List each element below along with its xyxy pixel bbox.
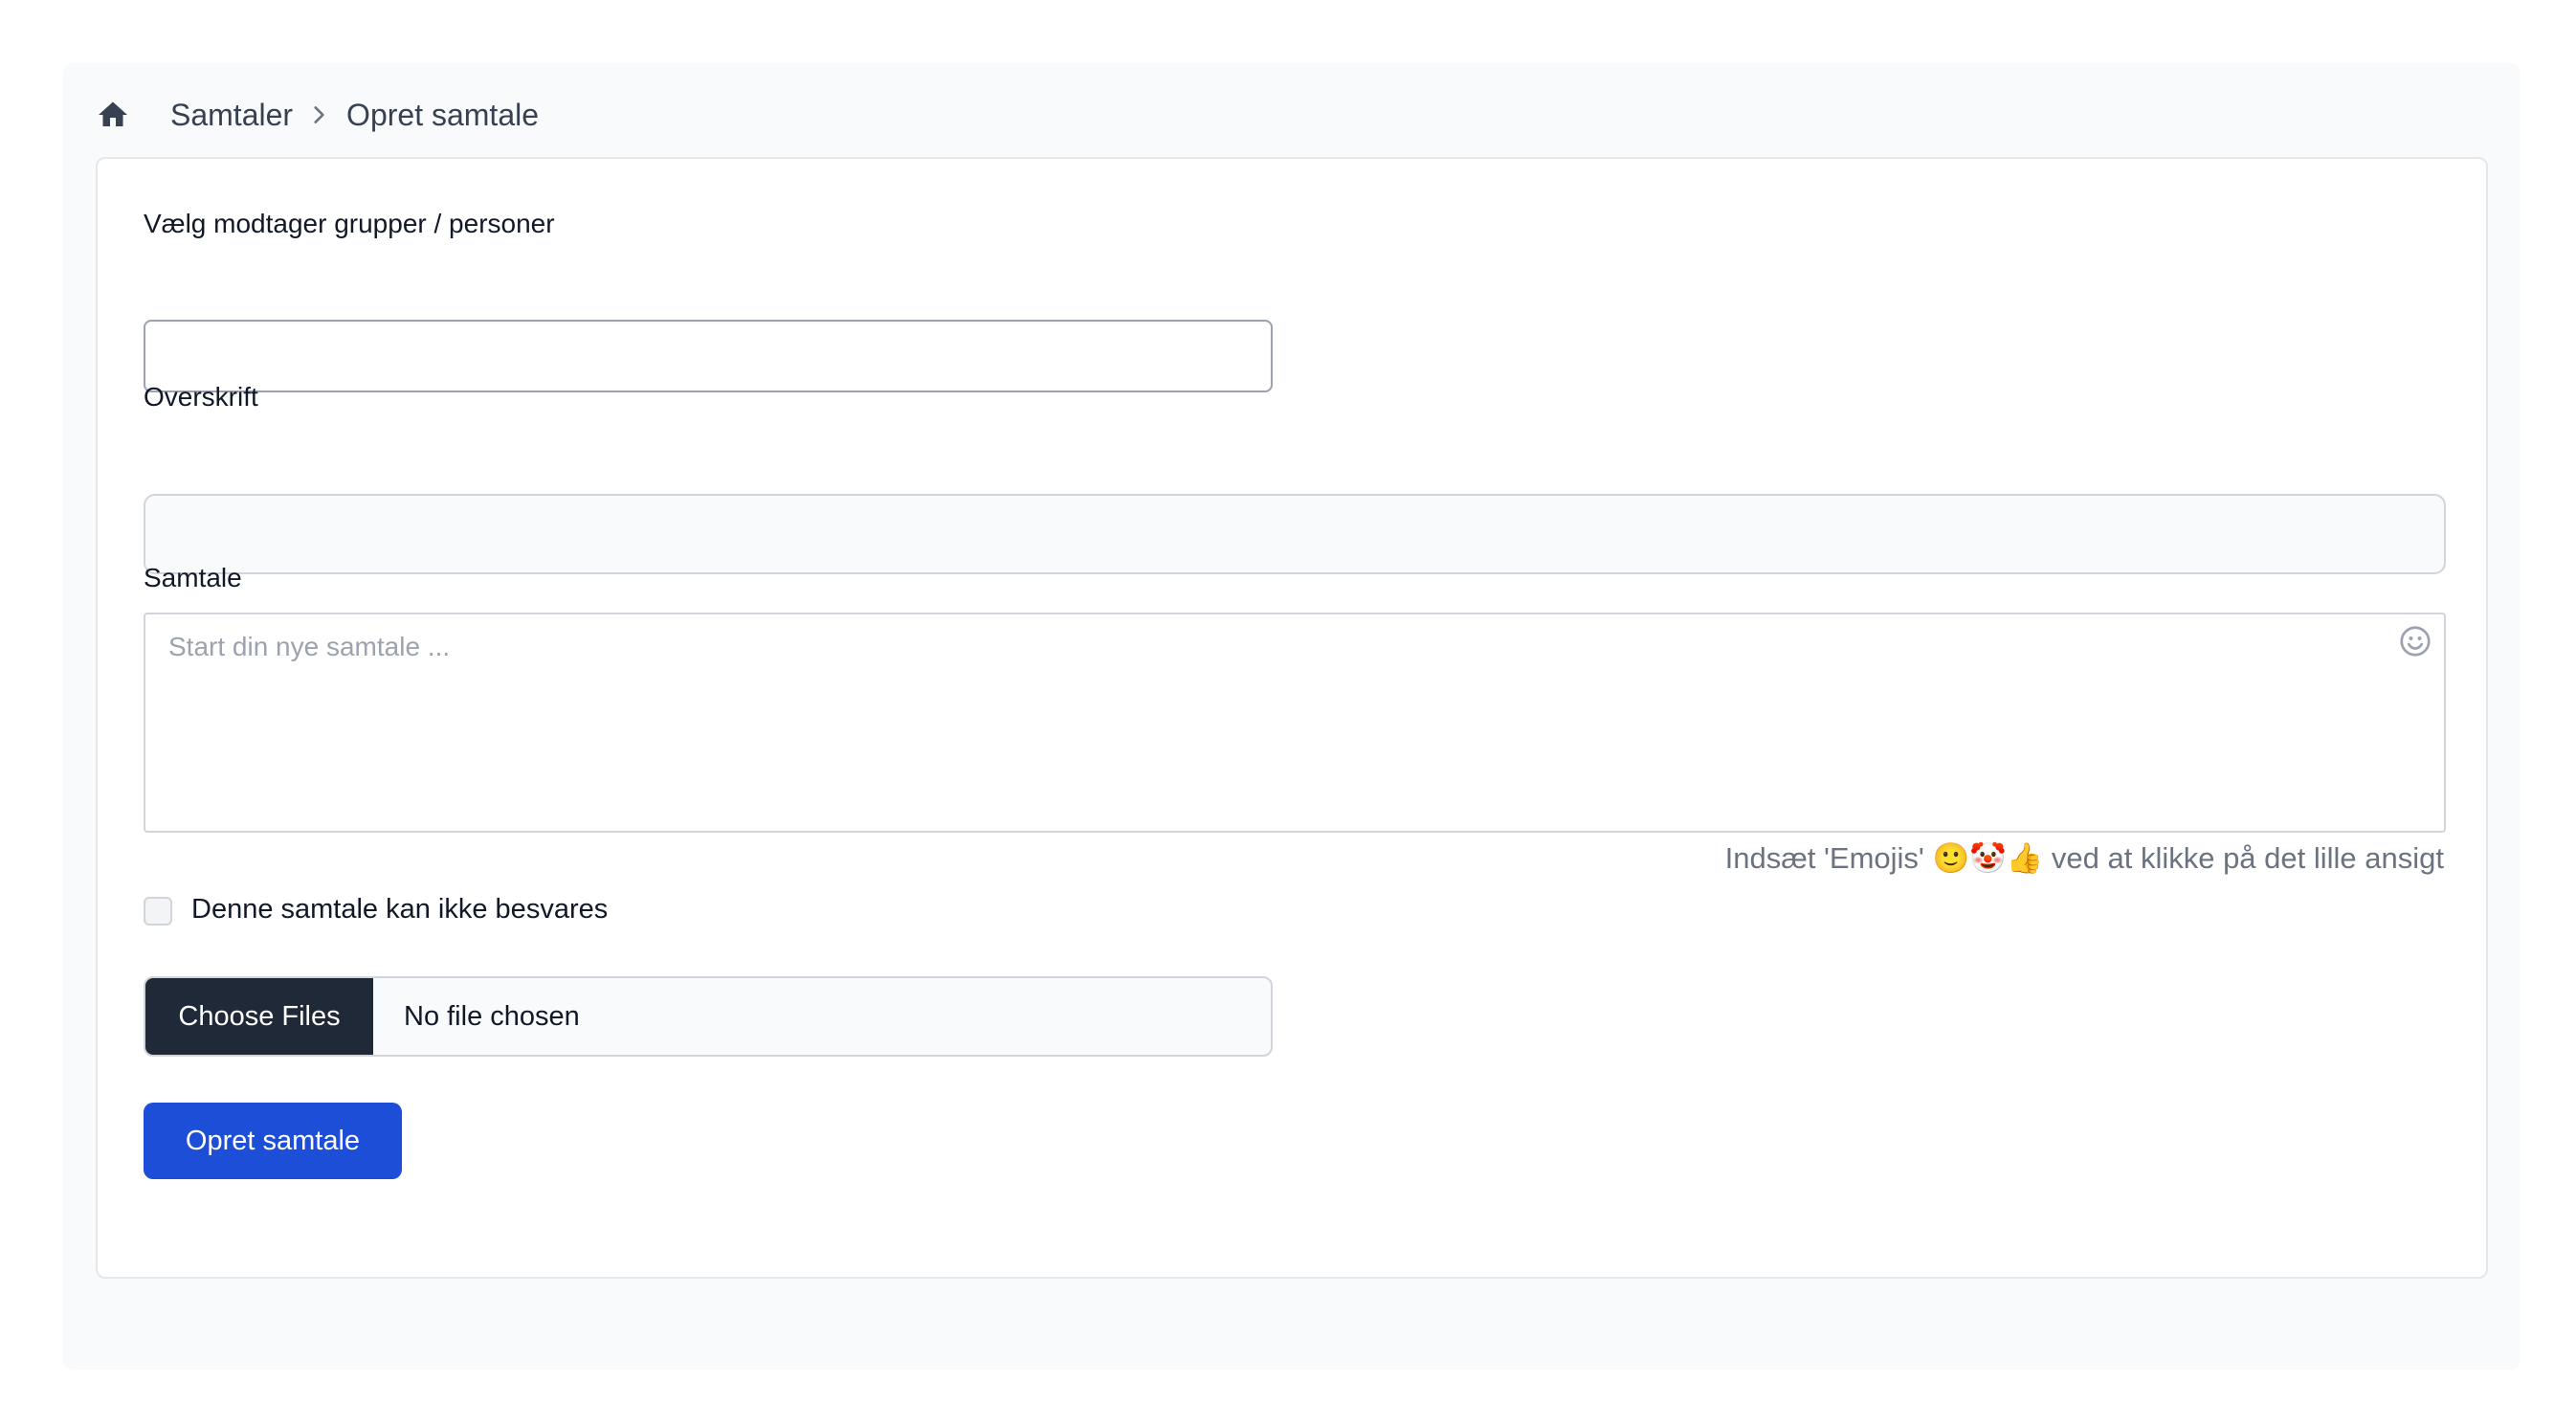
title-label: Overskrift [144,382,258,412]
recipients-input[interactable] [144,320,1273,392]
home-icon[interactable] [96,98,130,132]
file-input: Choose Files No file chosen [144,976,1273,1057]
breadcrumb-item-current: Opret samtale [346,97,540,132]
choose-files-button[interactable]: Choose Files [145,978,373,1055]
file-status: No file chosen [404,1000,580,1032]
message-placeholder: Start din nye samtale ... [168,632,451,661]
chevron-right-icon [306,100,335,129]
message-textarea[interactable]: Start din nye samtale ... [144,613,2446,833]
title-input[interactable] [144,494,2446,574]
smiley-icon[interactable] [2398,624,2432,658]
breadcrumb: Samtaler Opret samtale [96,82,539,147]
breadcrumb-item-samtaler[interactable]: Samtaler [170,98,293,133]
recipients-label: Vælg modtager grupper / personer [144,209,555,238]
emoji-hint-emojis: 🙂🤡👍 [1932,841,2044,876]
no-reply-checkbox[interactable] [144,897,172,926]
no-reply-label: Denne samtale kan ikke besvares [191,894,609,925]
emoji-hint-before: Indsæt 'Emojis' [1724,841,1933,875]
create-conversation-button[interactable]: Opret samtale [144,1103,402,1179]
page-panel: Samtaler Opret samtale Vælg modtager gru… [63,63,2520,1370]
emoji-hint-after: ved at klikke på det lille ansigt [2043,841,2444,875]
message-label: Samtale [144,563,242,592]
emoji-hint: Indsæt 'Emojis' 🙂🤡👍 ved at klikke på det… [1725,840,2444,876]
form-card: Vælg modtager grupper / personer Overskr… [96,157,2488,1279]
